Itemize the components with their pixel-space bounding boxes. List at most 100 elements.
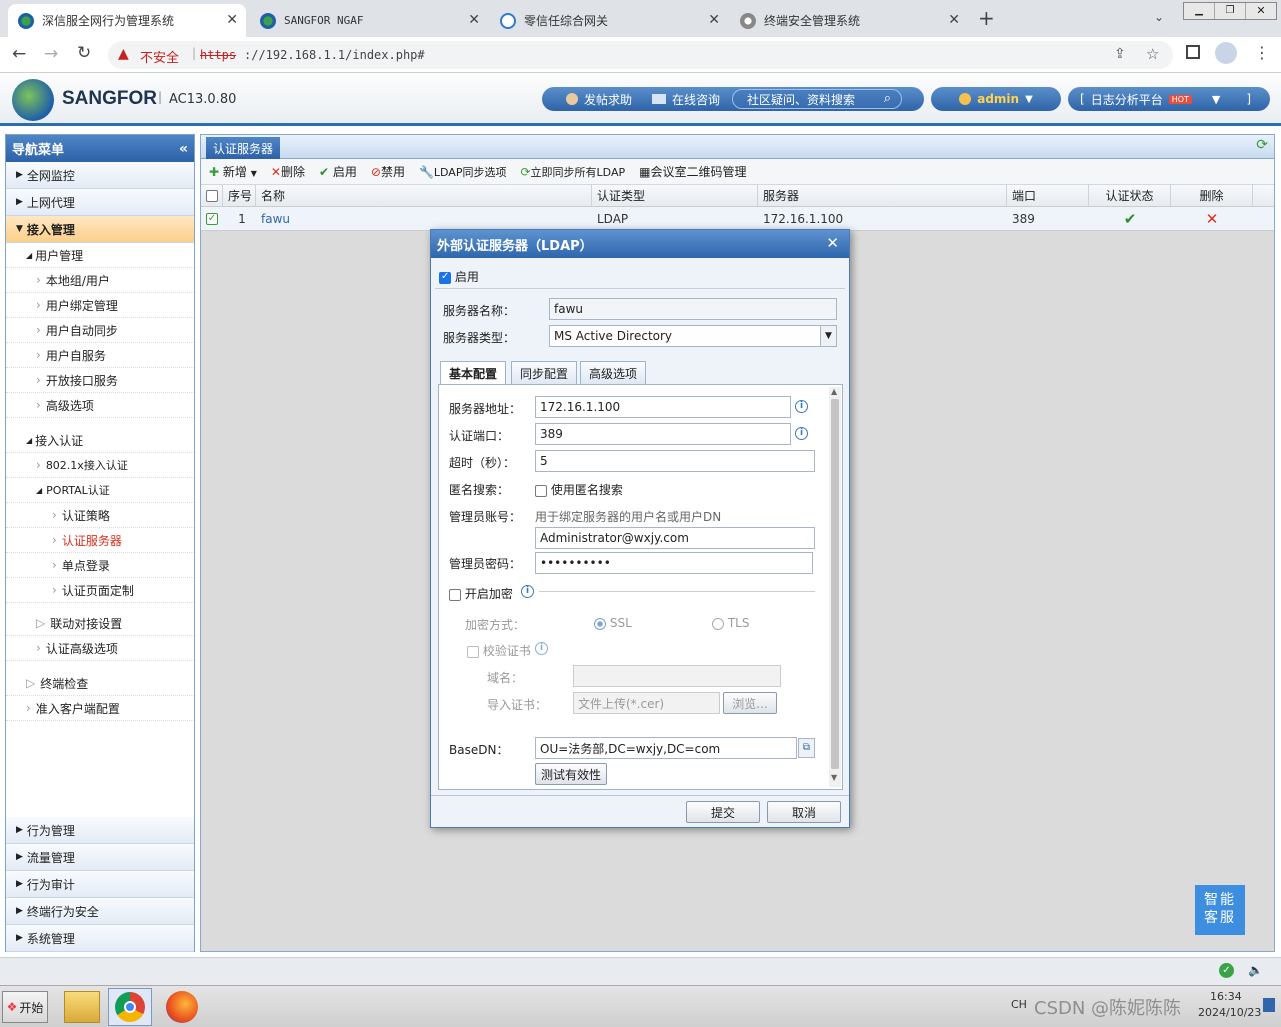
smart-assistant-button[interactable]: 智能 客服	[1195, 885, 1245, 935]
column-header[interactable]: 认证类型	[592, 185, 758, 206]
scrollbar-thumb[interactable]	[831, 399, 839, 769]
community-search-input[interactable]: 社区疑问、资料搜索 ⌕	[732, 89, 903, 109]
admin-password-input[interactable]: ••••••••••	[535, 552, 813, 574]
nav-section[interactable]: ▶ 行为管理	[6, 817, 194, 844]
collapse-icon[interactable]: «	[179, 141, 188, 157]
server-name-input[interactable]: fawu	[549, 298, 837, 320]
file-explorer-icon[interactable]	[64, 991, 100, 1023]
server-addr-input[interactable]: 172.16.1.100	[535, 396, 791, 418]
omnibox[interactable]: ▲ 不安全 | https ://192.168.1.1/index.php# …	[108, 41, 1173, 69]
tab-auth-server[interactable]: 认证服务器	[206, 137, 281, 159]
column-header[interactable]: 删除	[1171, 185, 1253, 206]
browse-tree-icon[interactable]: ⧉	[798, 738, 815, 758]
add-button[interactable]: ✚ 新增 ▼	[209, 163, 257, 180]
search-icon[interactable]: ⌕	[884, 91, 891, 106]
column-header[interactable]: 认证状态	[1089, 185, 1171, 206]
share-icon[interactable]: ⇪	[1114, 46, 1126, 62]
basedn-input[interactable]: OU=法务部,DC=wxjy,DC=com	[535, 737, 797, 759]
disable-button[interactable]: ⊘禁用	[371, 163, 405, 180]
row-checkbox[interactable]: ✓	[201, 207, 223, 230]
nav-item[interactable]: › 802.1x接入认证	[6, 453, 194, 478]
ime-indicator[interactable]: CH	[1011, 998, 1027, 1011]
verify-cert-checkbox[interactable]: 校验证书	[467, 642, 531, 659]
user-menu[interactable]: admin ▼	[931, 87, 1061, 111]
tab-sync-config[interactable]: 同步配置	[511, 361, 578, 384]
minimize-icon[interactable]: ▁	[1184, 3, 1214, 19]
browser-tab-2[interactable]: SANGFOR NGAF ✕	[250, 4, 488, 37]
scrollbar[interactable]: ▲ ▼	[829, 387, 841, 787]
column-header[interactable]: 服务器	[758, 185, 1007, 206]
new-tab-icon[interactable]: +	[978, 6, 995, 30]
sync-all-ldap-button[interactable]: ⟳立即同步所有LDAP	[520, 164, 625, 180]
nav-item[interactable]: ◢ PORTAL认证	[6, 478, 194, 503]
star-icon[interactable]: ☆	[1146, 45, 1159, 63]
cert-file-input[interactable]: 文件上传(*.cer)	[573, 692, 720, 714]
info-icon[interactable]: i	[795, 427, 808, 440]
nav-item[interactable]: › 用户自动同步	[6, 318, 194, 343]
ssl-radio[interactable]: SSL	[594, 616, 632, 630]
reload-icon[interactable]: ↻	[77, 43, 91, 63]
back-arrow-icon[interactable]: ←	[12, 44, 26, 64]
table-row[interactable]: ✓ 1 fawu LDAP 172.16.1.100 389 ✔ ✕	[201, 207, 1274, 231]
nav-item[interactable]: › 认证策略	[6, 503, 194, 528]
close-tab-icon[interactable]: ✕	[226, 12, 238, 28]
close-tab-icon[interactable]: ✕	[468, 12, 480, 28]
ldap-sync-options-button[interactable]: 🔧LDAP同步选项	[419, 164, 507, 180]
tab-advanced[interactable]: 高级选项	[580, 361, 647, 384]
timeout-input[interactable]: 5	[535, 450, 815, 472]
server-type-select[interactable]: MS Active Directory ▼	[549, 325, 837, 347]
nav-item-auth-server[interactable]: › 认证服务器	[6, 528, 194, 553]
refresh-icon[interactable]: ⟳	[1256, 137, 1268, 153]
nav-item[interactable]: › 本地组/用户	[6, 268, 194, 293]
nav-item[interactable]: › 用户绑定管理	[6, 293, 194, 318]
nav-item[interactable]: › 认证页面定制	[6, 578, 194, 603]
tab-search-chevron-down-icon[interactable]: ⌄	[1154, 10, 1164, 24]
close-tab-icon[interactable]: ✕	[708, 12, 720, 28]
nav-section-proxy[interactable]: ▶ 上网代理	[6, 189, 194, 216]
column-header[interactable]: 序号	[223, 185, 256, 206]
insecure-label[interactable]: 不安全	[140, 47, 179, 66]
nav-group-access-auth[interactable]: ◢ 接入认证	[6, 428, 194, 453]
nav-group-user-mgmt[interactable]: ◢ 用户管理	[6, 243, 194, 268]
forward-arrow-icon[interactable]: →	[44, 44, 58, 64]
profile-avatar-icon[interactable]	[1215, 42, 1237, 64]
side-panel-icon[interactable]	[1186, 45, 1200, 59]
enable-button[interactable]: ✔ 启用	[319, 163, 357, 180]
close-icon[interactable]: ✕	[826, 234, 839, 252]
nav-section[interactable]: ▶ 系统管理	[6, 925, 194, 952]
delete-row-icon[interactable]: ✕	[1171, 207, 1253, 230]
show-desktop-icon[interactable]	[1263, 998, 1275, 1012]
nav-item[interactable]: ▷ 联动对接设置	[6, 611, 194, 636]
scroll-down-icon[interactable]: ▼	[831, 773, 837, 782]
cancel-button[interactable]: 取消	[767, 801, 841, 823]
anon-search-checkbox[interactable]: 使用匿名搜索	[535, 481, 623, 498]
nav-item[interactable]: › 用户自服务	[6, 343, 194, 368]
column-header[interactable]: 名称	[256, 185, 592, 206]
test-validity-button[interactable]: 测试有效性	[535, 763, 607, 785]
nav-item[interactable]: › 单点登录	[6, 553, 194, 578]
submit-button[interactable]: 提交	[686, 801, 760, 823]
auth-port-input[interactable]: 389	[535, 423, 791, 445]
nav-item[interactable]: › 高级选项	[6, 393, 194, 418]
enable-checkbox[interactable]: 启用	[439, 268, 479, 285]
nav-section[interactable]: ▶ 行为审计	[6, 871, 194, 898]
delete-button[interactable]: ✕删除	[271, 163, 305, 180]
online-consult-link[interactable]: 在线咨询	[672, 91, 720, 108]
browser-tab-4[interactable]: 终端安全管理系统 ✕	[730, 4, 968, 37]
nav-section[interactable]: ▶ 终端行为安全	[6, 898, 194, 925]
chevron-down-icon[interactable]: ▼	[820, 326, 836, 346]
chrome-taskbar-button[interactable]	[108, 988, 152, 1026]
restore-icon[interactable]: ❐	[1214, 3, 1245, 19]
log-platform-menu[interactable]: [ 日志分析平台 HOT ▼ ]	[1068, 87, 1270, 111]
info-icon[interactable]: i	[535, 642, 548, 655]
tls-radio[interactable]: TLS	[712, 616, 749, 630]
browse-button[interactable]: 浏览...	[723, 692, 777, 714]
nav-section[interactable]: ▶ 流量管理	[6, 844, 194, 871]
more-menu-icon[interactable]: ⋮	[1254, 43, 1270, 62]
tab-basic-config[interactable]: 基本配置	[440, 361, 507, 385]
close-tab-icon[interactable]: ✕	[948, 12, 960, 28]
close-window-icon[interactable]: ✕	[1245, 3, 1276, 19]
row-name-link[interactable]: fawu	[256, 207, 592, 230]
encrypt-checkbox[interactable]: 开启加密	[449, 585, 513, 602]
nav-item[interactable]: › 认证高级选项	[6, 636, 194, 661]
